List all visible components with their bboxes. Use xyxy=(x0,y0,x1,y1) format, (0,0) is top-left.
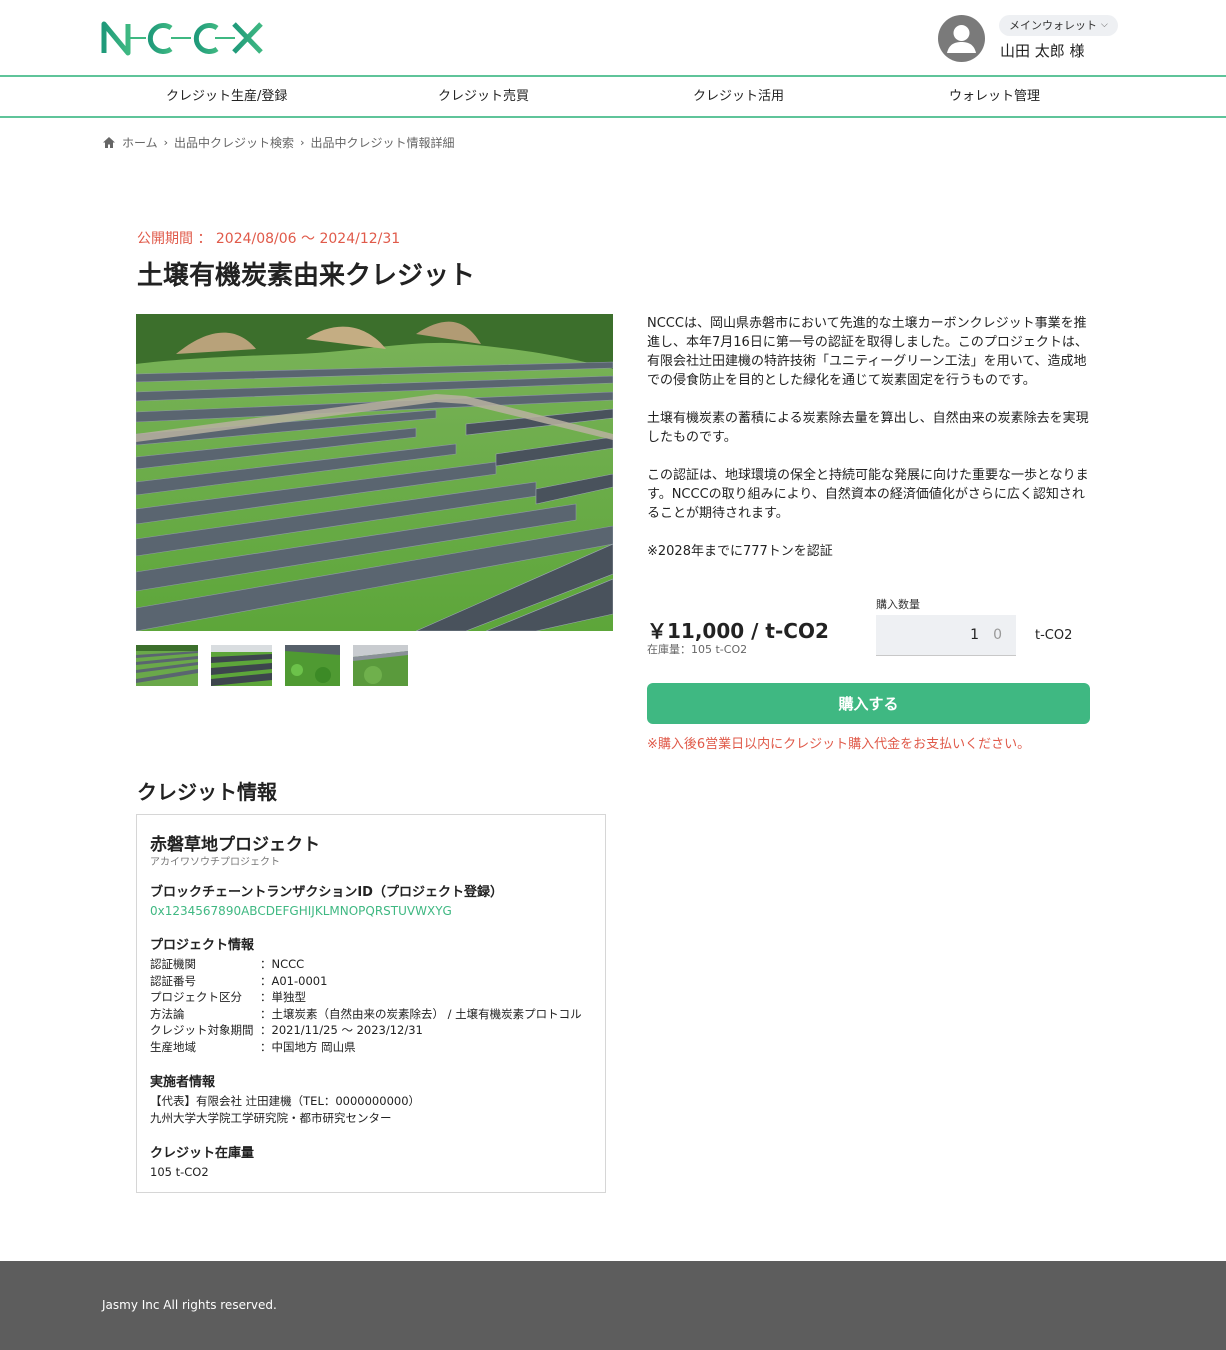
nav-item-wallet-management[interactable]: ウォレット管理 xyxy=(949,77,1040,116)
project-info-row: 認証番号 ：A01-0001 xyxy=(150,973,582,990)
info-value: ：土壌炭素（自然由来の炭素除去） / 土壌有機炭素プロトコル xyxy=(260,1006,582,1021)
quantity-label: 購入数量 xyxy=(876,598,920,611)
info-key: クレジット対象期間 xyxy=(150,1023,254,1038)
payment-notice: ※購入後6営業日以内にクレジット購入代金をお支払いください。 xyxy=(647,737,1031,752)
info-key: 認証番号 xyxy=(150,973,196,988)
thumbnail-list xyxy=(136,645,408,686)
credit-stock-value: 105 t-CO2 xyxy=(150,1165,209,1179)
implementer-list: 【代表】有限会社 辻田建機（TEL：0000000000） 九州大学大学院工学研… xyxy=(150,1093,420,1127)
description-paragraph: この認証は、地球環境の保全と持続可能な発展に向けた重要な一歩となります。NCCC… xyxy=(647,468,1089,521)
chevron-down-icon: ⌵ xyxy=(1101,20,1108,30)
buy-button[interactable]: 購入する xyxy=(647,683,1090,724)
project-info-table: 認証機関 ：NCCC 認証番号 ：A01-0001 プロジェクト区分 ：単独型 … xyxy=(150,956,582,1056)
breadcrumb-home[interactable]: ホーム xyxy=(122,134,158,151)
site-footer: Jasmy Inc All rights reserved. xyxy=(0,1261,1226,1350)
implementer-heading: 実施者情報 xyxy=(150,1075,216,1090)
wallet-selector[interactable]: メインウォレット ⌵ xyxy=(999,15,1118,36)
credit-info-heading: クレジット情報 xyxy=(137,780,277,804)
info-value: ：単独型 xyxy=(260,990,306,1005)
copyright: Jasmy Inc All rights reserved. xyxy=(102,1298,277,1312)
info-key: 方法論 xyxy=(150,1006,185,1021)
price: ￥11,000 / t-CO2 xyxy=(647,619,829,643)
credit-info-card: 赤磐草地プロジェクト アカイワソウチプロジェクト ブロックチェーントランザクショ… xyxy=(136,814,606,1193)
nav-item-credit-usage[interactable]: クレジット活用 xyxy=(693,77,784,116)
thumbnail-2[interactable] xyxy=(211,645,272,686)
implementer-item: 【代表】有限会社 辻田建機（TEL：0000000000） xyxy=(150,1094,421,1108)
site-header: メインウォレット ⌵ 山田 太郎 様 xyxy=(0,0,1226,75)
description-paragraph: 土壌有機炭素の蓄積による炭素除去量を算出し、自然由来の炭素除去を実現したものです… xyxy=(647,411,1089,445)
info-value: ：中国地方 岡山県 xyxy=(260,1039,356,1054)
info-key: プロジェクト区分 xyxy=(150,990,242,1005)
thumbnail-3[interactable] xyxy=(285,645,340,686)
project-info-row: クレジット対象期間 ：2021/11/25 〜 2023/12/31 xyxy=(150,1022,582,1039)
main-product-image xyxy=(136,314,613,631)
listing-description: NCCCは、岡山県赤磐市において先進的な土壌カーボンクレジット事業を推進し、本年… xyxy=(647,314,1092,580)
main-nav: クレジット生産/登録 クレジット売買 クレジット活用 ウォレット管理 xyxy=(0,75,1226,118)
credit-stock-heading: クレジット在庫量 xyxy=(150,1146,255,1161)
project-name: 赤磐草地プロジェクト xyxy=(150,835,320,855)
project-info-row: 生産地域 ：中国地方 岡山県 xyxy=(150,1039,582,1056)
project-name-kana: アカイワソウチプロジェクト xyxy=(150,857,280,868)
stock-amount: 在庫量：105 t-CO2 xyxy=(647,643,748,656)
wallet-label: メインウォレット xyxy=(1009,19,1097,32)
quantity-secondary-digit: 0 xyxy=(993,627,1002,643)
description-note: ※2028年までに777トンを認証 xyxy=(647,544,833,559)
quantity-input[interactable]: 1 0 xyxy=(876,615,1016,656)
user-name: 山田 太郎 様 xyxy=(1000,42,1085,60)
thumbnail-4[interactable] xyxy=(353,645,408,686)
info-key: 認証機関 xyxy=(150,957,196,971)
breadcrumb: ホーム › 出品中クレジット検索 › 出品中クレジット情報詳細 xyxy=(102,134,454,151)
transaction-id-link[interactable]: 0x1234567890ABCDEFGHIJKLMNOPQRSTUVWXYG xyxy=(150,904,452,918)
project-info-row: 認証機関 ：NCCC xyxy=(150,956,582,973)
home-icon xyxy=(103,137,115,148)
info-value: ：A01-0001 xyxy=(260,973,328,988)
chevron-right-icon: › xyxy=(163,136,169,149)
info-key: 生産地域 xyxy=(150,1039,196,1054)
quantity-unit: t-CO2 xyxy=(1035,628,1073,643)
page-title: 土壌有機炭素由来クレジット xyxy=(137,261,476,291)
quantity-value: 1 xyxy=(970,627,980,643)
thumbnail-1[interactable] xyxy=(136,645,198,686)
breadcrumb-search[interactable]: 出品中クレジット検索 xyxy=(174,134,294,151)
transaction-id-heading: ブロックチェーントランザクションID（プロジェクト登録） xyxy=(150,885,503,900)
listing-period: 公開期間 ： 2024/08/06 〜 2024/12/31 xyxy=(137,231,401,247)
implementer-item: 九州大学大学院工学研究院・都市研究センター xyxy=(150,1111,392,1125)
breadcrumb-current: 出品中クレジット情報詳細 xyxy=(310,136,455,150)
info-value: ：2021/11/25 〜 2023/12/31 xyxy=(260,1023,423,1038)
project-info-heading: プロジェクト情報 xyxy=(150,938,255,953)
chevron-right-icon: › xyxy=(300,136,305,149)
project-info-row: プロジェクト区分 ：単独型 xyxy=(150,989,582,1006)
nav-item-credit-trading[interactable]: クレジット売買 xyxy=(438,77,529,116)
project-info-row: 方法論 ：土壌炭素（自然由来の炭素除去） / 土壌有機炭素プロトコル xyxy=(150,1006,582,1023)
avatar[interactable] xyxy=(938,15,985,62)
description-paragraph: NCCCは、岡山県赤磐市において先進的な土壌カーボンクレジット事業を推進し、本年… xyxy=(647,316,1088,388)
info-value: ：NCCC xyxy=(260,957,305,971)
nav-item-credit-production[interactable]: クレジット生産/登録 xyxy=(166,77,287,116)
nccx-logo[interactable] xyxy=(101,18,266,58)
user-icon xyxy=(947,25,976,53)
